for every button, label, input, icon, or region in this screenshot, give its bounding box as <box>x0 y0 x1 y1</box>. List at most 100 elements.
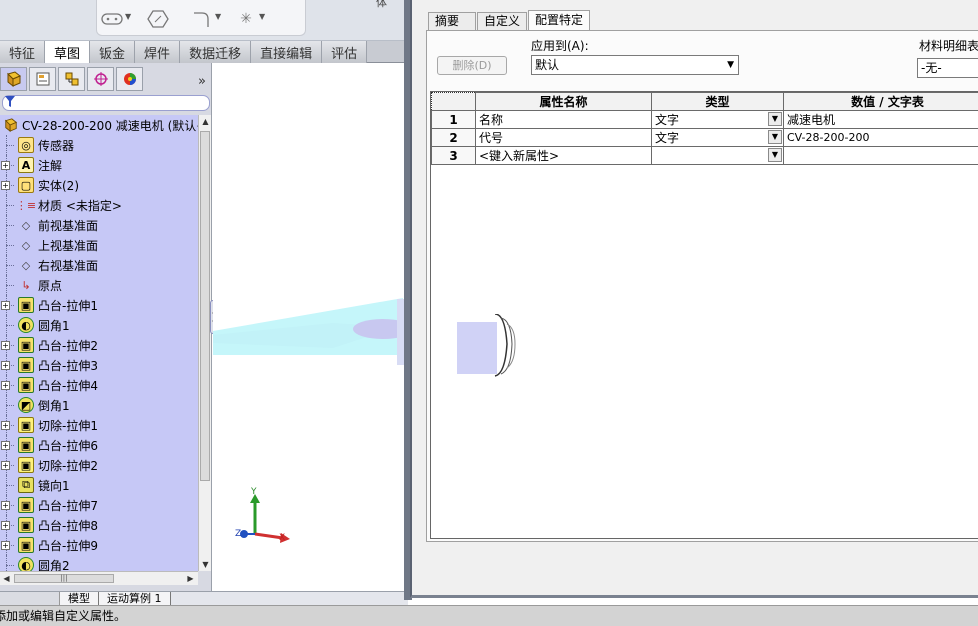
tab-navigation-arrows[interactable] <box>0 592 60 606</box>
type-cell[interactable]: 文字 ▼ <box>651 128 784 147</box>
type-cell[interactable]: ▼ <box>651 146 784 165</box>
scroll-up-icon[interactable]: ▲ <box>199 115 212 128</box>
tree-item-label: 镜向1 <box>38 478 70 493</box>
expand-icon[interactable]: + <box>1 161 10 170</box>
type-cell[interactable]: 文字 ▼ <box>651 110 784 129</box>
new-property-cell[interactable]: <键入新属性> <box>475 146 652 165</box>
slot-dropdown-icon[interactable]: ▼ <box>125 12 131 21</box>
tree-item[interactable]: ↳ 原点 <box>0 275 198 295</box>
scroll-right-icon[interactable]: ▶ <box>184 572 197 585</box>
tree-item[interactable]: + A 注解 <box>0 155 198 175</box>
column-header-property-name[interactable]: 属性名称 <box>475 92 652 111</box>
tab-sheet-metal[interactable]: 钣金 <box>90 41 136 63</box>
graphics-area[interactable]: Y X Z <box>213 63 413 591</box>
fillet-dropdown-icon[interactable]: ▼ <box>215 12 221 21</box>
expand-icon[interactable]: + <box>1 181 10 190</box>
display-manager-tab-icon[interactable] <box>116 67 143 91</box>
tab-configuration-specific[interactable]: 配置特定 <box>528 10 591 31</box>
row-number[interactable]: 2 <box>431 128 476 147</box>
expand-icon[interactable]: + <box>1 541 10 550</box>
table-row[interactable]: 1 名称 文字 ▼ 减速电机 <box>431 110 978 129</box>
tree-item[interactable]: + ▣ 凸台-拉伸3 <box>0 355 198 375</box>
expand-icon[interactable]: + <box>1 501 10 510</box>
expand-icon[interactable]: + <box>1 521 10 530</box>
table-row[interactable]: 2 代号 文字 ▼ CV-28-200-200 <box>431 128 978 147</box>
value-cell[interactable]: 减速电机 <box>783 110 978 129</box>
tree-item[interactable]: ◐ 圆角2 <box>0 555 198 571</box>
tree-item[interactable]: + ▣ 凸台-拉伸2 <box>0 335 198 355</box>
tab-sketch[interactable]: 草图 <box>45 41 91 63</box>
configuration-manager-tab-icon[interactable] <box>58 67 85 91</box>
tree-item[interactable]: ◇ 右视基准面 <box>0 255 198 275</box>
tree-horizontal-scrollbar[interactable]: ◀ ||| ▶ <box>0 571 198 585</box>
chevron-down-icon[interactable]: ▼ <box>727 56 734 74</box>
value-cell[interactable]: CV-28-200-200 <box>783 128 978 147</box>
tree-vertical-scrollbar[interactable]: ▲ ▼ <box>198 115 211 571</box>
column-header-value[interactable]: 数值 / 文字表 <box>783 92 978 111</box>
point-dropdown-icon[interactable]: ▼ <box>259 12 265 21</box>
scroll-down-icon[interactable]: ▼ <box>199 558 212 571</box>
property-name-cell[interactable]: 名称 <box>475 110 652 129</box>
tree-item[interactable]: ⋮≡ 材质 <未指定> <box>0 195 198 215</box>
feature-filter-input[interactable] <box>2 95 210 111</box>
tab-custom[interactable]: 自定义 <box>477 12 528 30</box>
tree-root-part[interactable]: CV-28-200-200 减速电机 (默认< <box>0 115 198 135</box>
point-icon[interactable]: ✳ <box>235 10 257 28</box>
chevron-down-icon[interactable]: ▼ <box>768 130 782 144</box>
tree-item[interactable]: + ▣ 凸台-拉伸8 <box>0 515 198 535</box>
tree-item[interactable]: + ▣ 凸台-拉伸7 <box>0 495 198 515</box>
tree-item[interactable]: + ▣ 凸台-拉伸4 <box>0 375 198 395</box>
tree-item[interactable]: + ▣ 凸台-拉伸9 <box>0 535 198 555</box>
tree-item[interactable]: ◇ 前视基准面 <box>0 215 198 235</box>
tree-item[interactable]: + ▣ 凸台-拉伸1 <box>0 295 198 315</box>
tree-guide-line <box>6 555 7 571</box>
value-cell[interactable] <box>783 146 978 165</box>
tree-item[interactable]: + ▣ 切除-拉伸2 <box>0 455 198 475</box>
tab-features[interactable]: 特征 <box>0 41 46 63</box>
dimxpert-tab-icon[interactable] <box>87 67 114 91</box>
expand-icon[interactable]: + <box>1 421 10 430</box>
column-header-type[interactable]: 类型 <box>651 92 784 111</box>
tree-item[interactable]: ◎ 传感器 <box>0 135 198 155</box>
row-number[interactable]: 1 <box>431 110 476 129</box>
tab-direct-editing[interactable]: 直接编辑 <box>251 41 323 63</box>
tab-data-migration[interactable]: 数据迁移 <box>180 41 252 63</box>
polygon-icon[interactable] <box>147 10 169 28</box>
scroll-left-icon[interactable]: ◀ <box>0 572 13 585</box>
tab-evaluate[interactable]: 评估 <box>322 41 368 63</box>
tab-model[interactable]: 模型 <box>60 592 99 606</box>
expand-icon[interactable]: + <box>1 301 10 310</box>
tree-scroll-thumb[interactable] <box>200 131 210 481</box>
apply-to-select[interactable]: 默认 ▼ <box>531 55 739 75</box>
tree-item[interactable]: + ▣ 切除-拉伸1 <box>0 415 198 435</box>
delete-button[interactable]: 删除(D) <box>437 56 507 75</box>
tab-weldments[interactable]: 焊件 <box>135 41 181 63</box>
tree-item[interactable]: + ▢ 实体(2) <box>0 175 198 195</box>
grid-corner-cell[interactable] <box>431 92 476 111</box>
tree-hscroll-thumb[interactable]: ||| <box>14 574 114 583</box>
slot-icon[interactable] <box>101 10 123 28</box>
row-number[interactable]: 3 <box>431 146 476 165</box>
tree-item[interactable]: ⧉ 镜向1 <box>0 475 198 495</box>
chevron-down-icon[interactable]: ▼ <box>768 148 782 162</box>
tree-item[interactable]: + ▣ 凸台-拉伸6 <box>0 435 198 455</box>
tree-item[interactable]: ◐ 圆角1 <box>0 315 198 335</box>
tree-item[interactable]: ◩ 倒角1 <box>0 395 198 415</box>
property-name-cell[interactable]: 代号 <box>475 128 652 147</box>
expand-icon[interactable]: + <box>1 461 10 470</box>
property-manager-tab-icon[interactable] <box>29 67 56 91</box>
fillet-sketch-icon[interactable] <box>191 10 213 28</box>
tab-summary[interactable]: 摘要 <box>428 12 476 30</box>
bom-quantity-select[interactable]: -无- <box>917 58 978 78</box>
tree-item[interactable]: ◇ 上视基准面 <box>0 235 198 255</box>
expand-icon[interactable]: + <box>1 341 10 350</box>
more-tabs-icon[interactable]: » <box>198 74 206 89</box>
table-row[interactable]: 3 <键入新属性> ▼ <box>431 146 978 165</box>
expand-icon[interactable]: + <box>1 361 10 370</box>
expand-icon[interactable]: + <box>1 441 10 450</box>
feature-tree-tab-icon[interactable] <box>0 67 27 91</box>
expand-icon[interactable]: + <box>1 381 10 390</box>
chevron-down-icon[interactable]: ▼ <box>768 112 782 126</box>
tree-items: ◎ 传感器 + A 注解 + ▢ 实体(2) ⋮≡ 材质 <未指定> ◇ 前视基准面 ◇ 上视基准面 ◇ 右视… <box>0 135 198 571</box>
tab-motion-study-1[interactable]: 运动算例 1 <box>99 592 171 606</box>
